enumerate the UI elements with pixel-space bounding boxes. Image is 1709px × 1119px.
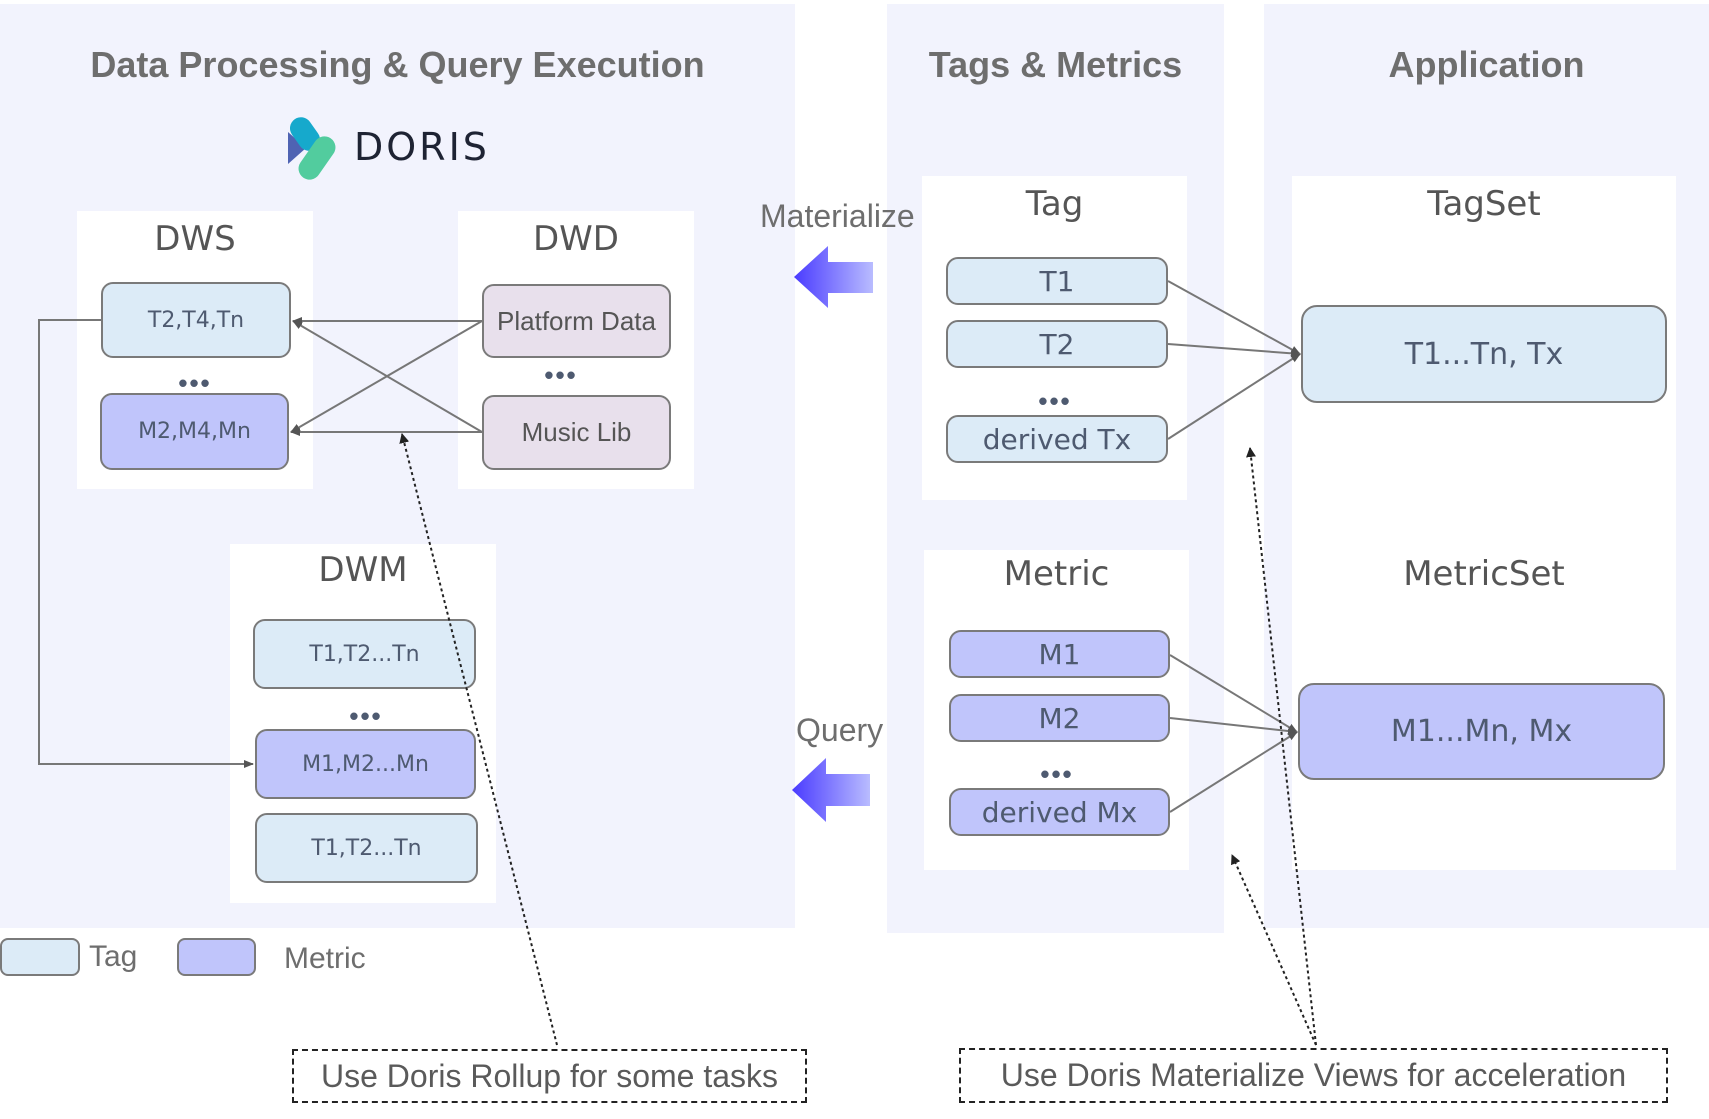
dwd-ellipsis: •••: [544, 360, 578, 390]
metric-panel-title: Metric: [1003, 554, 1110, 594]
dwd-title: DWD: [533, 219, 619, 259]
dws-tag-node[interactable]: T2,T4,Tn: [101, 282, 291, 358]
application-column-title: Application: [1388, 44, 1585, 85]
materialize-label: Materialize: [760, 198, 915, 234]
query-label: Query: [796, 712, 884, 748]
dws-metric-node[interactable]: M2,M4,Mn: [100, 393, 289, 470]
doris-logo: DORIS: [284, 112, 494, 182]
processing-column-title: Data Processing & Query Execution: [90, 44, 705, 85]
legend-metric-swatch: [177, 938, 256, 976]
tagset-node[interactable]: T1...Tn, Tx: [1301, 305, 1667, 403]
dwm-ellipsis: •••: [349, 701, 383, 731]
dwd-source-platform-data[interactable]: Platform Data: [482, 284, 671, 358]
mv-note: Use Doris Materialize Views for accelera…: [959, 1048, 1668, 1103]
metric-item-m1[interactable]: M1: [949, 630, 1170, 678]
metricset-node[interactable]: M1...Mn, Mx: [1298, 683, 1665, 780]
tags-metrics-column-title: Tags & Metrics: [928, 44, 1183, 85]
query-arrow-icon: [792, 758, 870, 822]
metric-item-derived-mx[interactable]: derived Mx: [949, 788, 1170, 836]
metric-panel-ellipsis: •••: [1040, 759, 1074, 789]
metricset-title: MetricSet: [1403, 554, 1565, 594]
tag-item-t2[interactable]: T2: [946, 320, 1168, 368]
tag-item-t1[interactable]: T1: [946, 257, 1168, 305]
tag-panel-title: Tag: [1025, 184, 1084, 224]
dwm-metric-node[interactable]: M1,M2...Mn: [255, 729, 476, 799]
legend-tag-label: Tag: [89, 940, 138, 973]
dwm-tag-node-1[interactable]: T1,T2...Tn: [253, 619, 476, 689]
dws-title: DWS: [154, 219, 236, 259]
materialize-arrow-icon: [794, 246, 873, 308]
dwm-title: DWM: [318, 550, 408, 590]
tag-item-derived-tx[interactable]: derived Tx: [946, 415, 1168, 463]
dwd-source-music-lib[interactable]: Music Lib: [482, 395, 671, 470]
tagset-title: TagSet: [1427, 184, 1541, 224]
dws-ellipsis: •••: [178, 368, 212, 398]
dwm-tag-node-2[interactable]: T1,T2...Tn: [255, 813, 478, 883]
legend-tag-swatch: [0, 938, 80, 976]
doris-logo-icon: [288, 117, 336, 180]
doris-logo-text: DORIS: [354, 125, 490, 169]
tag-panel-ellipsis: •••: [1038, 386, 1072, 416]
metric-item-m2[interactable]: M2: [949, 694, 1170, 742]
legend-metric-label: Metric: [284, 942, 366, 975]
rollup-note: Use Doris Rollup for some tasks: [292, 1049, 807, 1103]
